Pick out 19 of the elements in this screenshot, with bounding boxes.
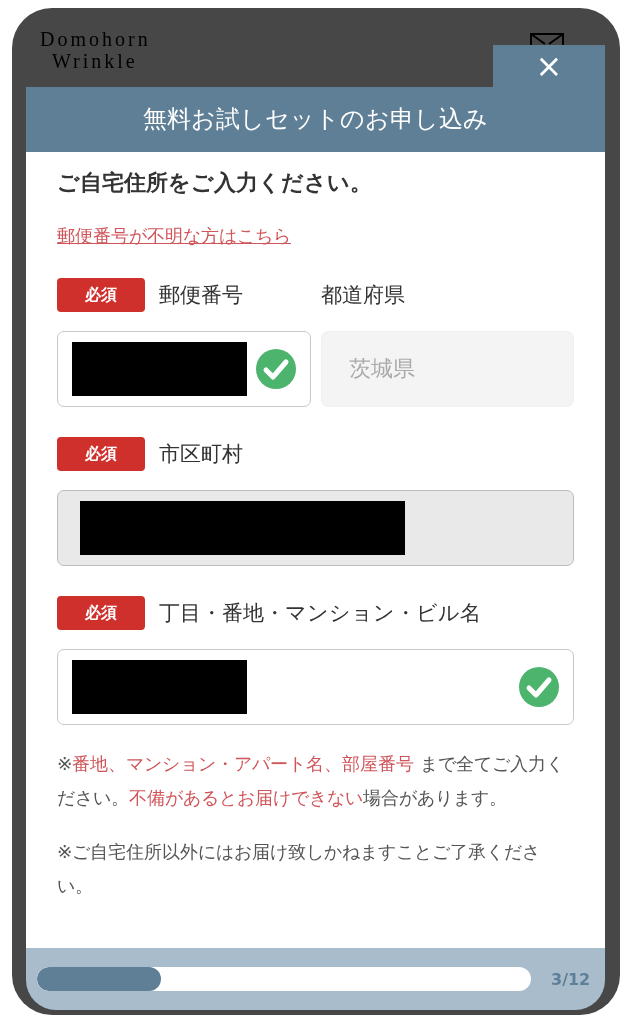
modal-title: 無料お試しセットのお申し込み xyxy=(26,87,605,152)
input-field[interactable] xyxy=(57,331,311,407)
check-icon xyxy=(519,667,559,707)
brand-logo: Domohorn Wrinkle xyxy=(40,28,151,72)
note-text: ※ご自宅住所以外にはお届け致しかねますことご了承ください。 xyxy=(57,840,542,898)
help-link[interactable]: 郵便番号が不明な方はこちら xyxy=(57,224,291,248)
check-icon xyxy=(255,349,296,389)
required-badge: 必須 xyxy=(57,437,145,471)
note-text: ※番地、マンション・アパート名、部屋番号 まで全てご入力ください。不備があるとお届けできない場合があります。 xyxy=(57,752,566,810)
input-field[interactable] xyxy=(57,649,574,725)
field-label: 市区町村 xyxy=(159,441,243,468)
field-label: 都道府県 xyxy=(320,282,405,309)
step-counter: 3/12 xyxy=(551,969,591,989)
field-label: 郵便番号 xyxy=(159,282,243,309)
close-button[interactable]: × xyxy=(493,45,605,87)
field-label: 丁目・番地・マンション・ビル名 xyxy=(159,600,481,627)
required-badge: 必須 xyxy=(57,278,145,312)
form-heading: ご自宅住所をご入力ください。 xyxy=(57,169,373,197)
required-badge: 必須 xyxy=(57,596,145,630)
